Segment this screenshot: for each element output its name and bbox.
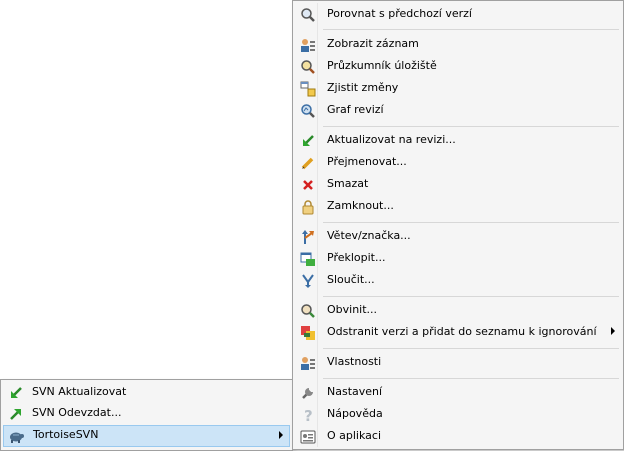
menu-item-label: TortoiseSVN bbox=[33, 428, 99, 441]
menu-item-properties[interactable]: Vlastnosti bbox=[295, 352, 621, 373]
diff-icon bbox=[300, 7, 316, 23]
menu-item-label: Zobrazit záznam bbox=[327, 37, 419, 50]
lock-icon bbox=[300, 199, 316, 215]
submenu-arrow-icon bbox=[611, 327, 615, 335]
ignore-icon bbox=[300, 325, 316, 341]
check-modifications-icon bbox=[300, 81, 316, 97]
svn-update-icon bbox=[8, 385, 24, 401]
menu-item-label: Překlopit... bbox=[327, 251, 386, 264]
menu-item-switch[interactable]: Překlopit... bbox=[295, 248, 621, 269]
menu-item-label: Zamknout... bbox=[327, 199, 394, 212]
menu-separator bbox=[323, 222, 619, 223]
explorer-context-menu: SVN Aktualizovat SVN Odevzdat... Tortois… bbox=[0, 379, 293, 451]
merge-icon bbox=[300, 273, 316, 289]
menu-item-delete[interactable]: Smazat bbox=[295, 174, 621, 195]
delete-icon bbox=[300, 177, 316, 193]
menu-item-help[interactable]: ? Nápověda bbox=[295, 404, 621, 425]
menu-item-lock[interactable]: Zamknout... bbox=[295, 196, 621, 217]
menu-item-branch-tag[interactable]: Větev/značka... bbox=[295, 226, 621, 247]
menu-item-label: Sloučit... bbox=[327, 273, 375, 286]
menu-item-repo-browser[interactable]: Průzkumník úložiště bbox=[295, 56, 621, 77]
repo-browser-icon bbox=[300, 59, 316, 75]
menu-item-revision-graph[interactable]: Graf revizí bbox=[295, 100, 621, 121]
menu-item-label: Průzkumník úložiště bbox=[327, 59, 437, 72]
menu-item-update-to-revision[interactable]: Aktualizovat na revizi... bbox=[295, 130, 621, 151]
settings-icon bbox=[300, 385, 316, 401]
menu-separator bbox=[323, 296, 619, 297]
blame-icon bbox=[300, 303, 316, 319]
branch-tag-icon bbox=[300, 229, 316, 245]
menu-item-label: Aktualizovat na revizi... bbox=[327, 133, 456, 146]
tortoisesvn-submenu: Porovnat s předchozí verzí Zobrazit zázn… bbox=[292, 0, 624, 450]
menu-item-diff-previous[interactable]: Porovnat s předchozí verzí bbox=[295, 4, 621, 25]
menu-item-tortoisesvn[interactable]: TortoiseSVN bbox=[3, 425, 290, 447]
menu-item-label: Větev/značka... bbox=[327, 229, 411, 242]
menu-separator bbox=[323, 126, 619, 127]
menu-item-label: Nastavení bbox=[327, 385, 383, 398]
menu-item-label: Porovnat s předchozí verzí bbox=[327, 7, 472, 20]
menu-item-label: O aplikaci bbox=[327, 429, 382, 442]
update-revision-icon bbox=[300, 133, 316, 149]
menu-item-label: Přejmenovat... bbox=[327, 155, 407, 168]
switch-icon bbox=[300, 251, 316, 267]
rename-icon bbox=[300, 155, 316, 171]
menu-item-settings[interactable]: Nastavení bbox=[295, 382, 621, 403]
menu-item-label: Vlastnosti bbox=[327, 355, 382, 368]
menu-item-merge[interactable]: Sloučit... bbox=[295, 270, 621, 291]
menu-item-check-modifications[interactable]: Zjistit změny bbox=[295, 78, 621, 99]
tortoise-icon bbox=[8, 428, 24, 444]
about-icon bbox=[300, 429, 316, 445]
menu-item-label: Graf revizí bbox=[327, 103, 384, 116]
menu-item-label: Smazat bbox=[327, 177, 369, 190]
menu-separator bbox=[323, 348, 619, 349]
properties-icon bbox=[300, 355, 316, 371]
menu-item-delete-and-ignore[interactable]: Odstranit verzi a přidat do seznamu k ig… bbox=[295, 322, 621, 343]
menu-separator bbox=[323, 378, 619, 379]
menu-item-label: Obvinit... bbox=[327, 303, 378, 316]
menu-item-svn-update[interactable]: SVN Aktualizovat bbox=[3, 382, 290, 403]
menu-item-label: Nápověda bbox=[327, 407, 383, 420]
menu-item-label: Zjistit změny bbox=[327, 81, 399, 94]
menu-item-rename[interactable]: Přejmenovat... bbox=[295, 152, 621, 173]
menu-item-label: Odstranit verzi a přidat do seznamu k ig… bbox=[327, 325, 597, 338]
submenu-arrow-icon bbox=[279, 431, 283, 439]
menu-item-label: SVN Aktualizovat bbox=[32, 385, 127, 398]
svn-commit-icon bbox=[8, 406, 24, 422]
menu-item-svn-commit[interactable]: SVN Odevzdat... bbox=[3, 403, 290, 424]
menu-separator bbox=[323, 29, 619, 30]
svg-text:?: ? bbox=[304, 407, 313, 423]
menu-item-label: SVN Odevzdat... bbox=[32, 406, 122, 419]
help-icon: ? bbox=[300, 407, 316, 423]
menu-item-show-log[interactable]: Zobrazit záznam bbox=[295, 34, 621, 55]
menu-item-about[interactable]: O aplikaci bbox=[295, 426, 621, 447]
menu-item-blame[interactable]: Obvinit... bbox=[295, 300, 621, 321]
log-icon bbox=[300, 37, 316, 53]
revision-graph-icon bbox=[300, 103, 316, 119]
